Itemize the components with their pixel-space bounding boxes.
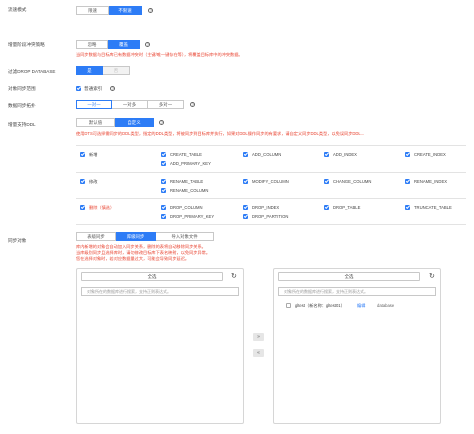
ddl-item-rename-index: RENAME_INDEX	[414, 179, 448, 184]
ddl-item-checkbox[interactable]	[405, 151, 410, 157]
ddl-group-add-label: 新增	[89, 152, 98, 157]
source-search-input[interactable]: 对象所在的数据库进行搜索，支持正则表达式。	[81, 287, 239, 296]
topology-label: 数据同步拓扑	[8, 103, 36, 108]
ddl-label: 增量支持DDL	[8, 122, 36, 127]
sync-objects-label: 同步对象	[8, 238, 27, 243]
topology-switch: 一对一 一对多 多对一	[76, 100, 184, 109]
flow-mode-label: 流速模式	[8, 7, 27, 12]
ddl-item-add-primary-key: ADD_PRIMARY_KEY	[170, 161, 211, 166]
ddl-item-checkbox[interactable]	[161, 151, 166, 157]
target-refresh-icon[interactable]: ↻	[429, 273, 435, 280]
flow-mode-help-icon[interactable]: ?	[148, 7, 154, 13]
ddl-item-create-index: CREATE_INDEX	[414, 152, 446, 157]
conflict-policy-help-icon[interactable]: ?	[145, 41, 151, 47]
conflict-policy-warning: 当同步数据与目标库已有数据冲突时（主键/唯一键存在等），将覆盖目标库中的冲突数据…	[76, 52, 243, 57]
ddl-divider	[76, 172, 466, 173]
ddl-item-drop-primary-key: DROP_PRIMARY_KEY	[170, 214, 215, 219]
move-left-button[interactable]: «	[253, 349, 264, 357]
filter-drop-option-yes[interactable]: 是	[76, 66, 103, 75]
topology-option-one-to-many[interactable]: 一对多	[112, 100, 148, 109]
ddl-item-checkbox[interactable]	[324, 204, 329, 210]
ddl-divider-bottom	[76, 224, 466, 225]
conflict-option-overwrite[interactable]: 覆盖	[108, 40, 140, 49]
topology-help-icon[interactable]: ?	[190, 101, 196, 107]
ddl-item-checkbox[interactable]	[243, 204, 248, 210]
sync-option-import-file[interactable]: 导入对象文件	[156, 232, 214, 241]
flow-mode-switch: 限速 不限速	[76, 6, 142, 15]
target-item-edit-link[interactable]: 编辑	[357, 303, 365, 309]
ddl-item-checkbox[interactable]	[243, 213, 248, 219]
ddl-item-checkbox[interactable]	[161, 178, 166, 184]
target-item-name: gltest（新名称：gltest01）	[295, 303, 345, 308]
object-scope-checkbox[interactable]	[76, 85, 81, 91]
ddl-group-modify-label: 修改	[89, 179, 98, 184]
ddl-item-add-column: ADD_COLUMN	[252, 152, 282, 157]
ddl-item-truncate-table: TRUNCATE_TABLE	[414, 205, 452, 210]
ddl-group-modify-checkbox[interactable]	[80, 178, 85, 184]
ddl-group-delete-label: 删除（慎选）	[89, 205, 115, 210]
object-scope-help-icon[interactable]: ?	[110, 85, 116, 91]
topology-option-many-to-one[interactable]: 多对一	[148, 100, 184, 109]
ddl-item-checkbox[interactable]	[161, 213, 166, 219]
filter-drop-option-no[interactable]: 否	[103, 66, 130, 75]
ddl-item-drop-partition: DROP_PARTITION	[252, 214, 289, 219]
conflict-policy-label: 增量阶段冲突策略	[8, 42, 45, 47]
flow-mode-option-unlimited[interactable]: 不限速	[109, 6, 142, 15]
source-select-all-tab[interactable]: 全选	[81, 272, 223, 281]
sync-option-db-level[interactable]: 库级同步	[116, 232, 156, 241]
ddl-warning: 使用DTS可选择需同步的DDL类型，指定的DDL类型，将被同步到目标库并执行，如…	[76, 131, 365, 136]
ddl-item-checkbox[interactable]	[161, 160, 166, 166]
ddl-item-checkbox[interactable]	[243, 178, 248, 184]
ddl-item-checkbox[interactable]	[405, 204, 410, 210]
filter-drop-switch: 是 否	[76, 66, 130, 75]
ddl-option-custom[interactable]: 自定义	[115, 118, 154, 127]
ddl-item-modify-column: MODIFY_COLUMN	[252, 179, 289, 184]
target-search-input[interactable]: 对象所在的数据库进行搜索，支持正则表达式。	[278, 287, 436, 296]
ddl-item-checkbox[interactable]	[243, 151, 248, 157]
ddl-divider	[76, 198, 466, 199]
target-select-all-tab[interactable]: 全选	[278, 272, 420, 281]
sync-objects-switch: 表级同步 库级同步 导入对象文件	[76, 232, 214, 241]
ddl-item-drop-table: DROP_TABLE	[333, 205, 361, 210]
ddl-item-rename-column: RENAME_COLUMN	[170, 188, 209, 193]
ddl-group-delete-checkbox[interactable]	[80, 204, 85, 210]
ddl-divider-top	[76, 145, 466, 146]
sync-option-table-level[interactable]: 表级同步	[76, 232, 116, 241]
conflict-option-ignore[interactable]: 忽略	[76, 40, 108, 49]
ddl-item-add-index: ADD_INDEX	[333, 152, 357, 157]
ddl-group-add-checkbox[interactable]	[80, 151, 85, 157]
ddl-item-drop-column: DROP_COLUMN	[170, 205, 203, 210]
ddl-item-change-column: CHANGE_COLUMN	[333, 179, 372, 184]
object-scope-label: 对象同步范围	[8, 86, 36, 91]
ddl-help-icon[interactable]: ?	[159, 119, 165, 125]
ddl-item-checkbox[interactable]	[405, 178, 410, 184]
ddl-item-create-table: CREATE_TABLE	[170, 152, 202, 157]
filter-drop-label: 过滤DROP DATABASE	[8, 69, 56, 74]
target-item-type: database	[377, 303, 395, 308]
flow-mode-option-limit[interactable]: 限速	[76, 6, 109, 15]
ddl-item-checkbox[interactable]	[161, 204, 166, 210]
ddl-option-default[interactable]: 默认值	[76, 118, 115, 127]
ddl-item-checkbox[interactable]	[324, 151, 329, 157]
ddl-item-checkbox[interactable]	[324, 178, 329, 184]
ddl-switch: 默认值 自定义	[76, 118, 154, 127]
sync-objects-warning-3: 您在选择对象时，若对应数据量过大，可能会导致同步延迟。	[76, 256, 190, 261]
object-scope-checkbox-label: 普通索引	[84, 86, 103, 91]
ddl-item-drop-index: DROP_INDEX	[252, 205, 280, 210]
topology-option-one-to-one[interactable]: 一对一	[76, 100, 112, 109]
ddl-item-checkbox[interactable]	[161, 187, 166, 193]
source-refresh-icon[interactable]: ↻	[231, 273, 237, 280]
move-right-button[interactable]: »	[253, 333, 264, 341]
target-item-checkbox[interactable]	[286, 302, 291, 308]
conflict-policy-switch: 忽略 覆盖	[76, 40, 140, 49]
ddl-item-rename-table: RENAME_TABLE	[170, 179, 204, 184]
